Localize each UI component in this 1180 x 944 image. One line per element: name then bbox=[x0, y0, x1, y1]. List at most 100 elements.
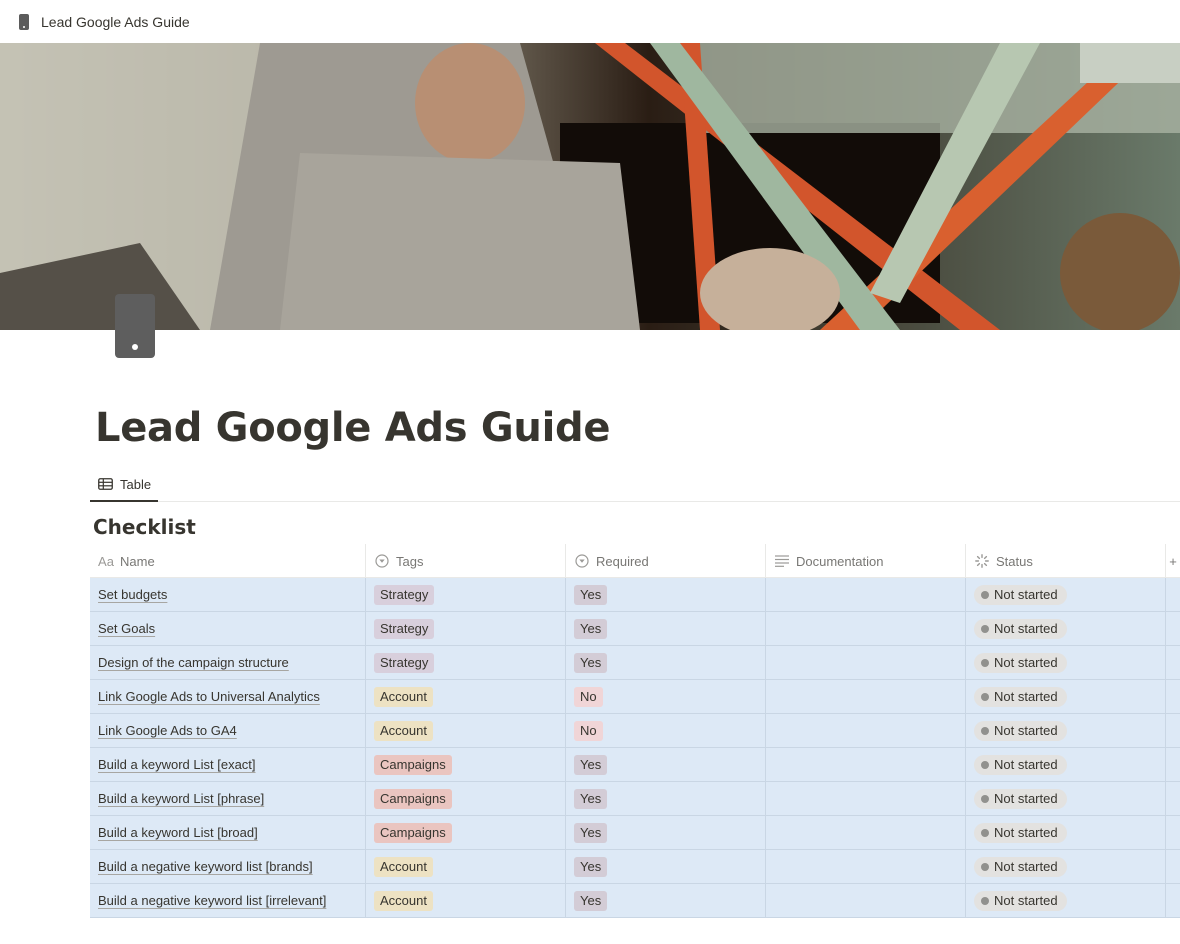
table-row[interactable]: Link Google Ads to Universal Analytics Ac… bbox=[90, 680, 1180, 714]
cell-name[interactable]: Link Google Ads to Universal Analytics bbox=[90, 680, 366, 713]
row-title-link[interactable]: Set budgets bbox=[98, 587, 167, 602]
text-type-icon: Aa bbox=[98, 553, 114, 569]
row-title-link[interactable]: Link Google Ads to GA4 bbox=[98, 723, 237, 738]
cell-documentation[interactable] bbox=[766, 578, 966, 611]
cell-documentation[interactable] bbox=[766, 884, 966, 917]
cell-name[interactable]: Build a keyword List [phrase] bbox=[90, 782, 366, 815]
cell-status[interactable]: Not started bbox=[966, 816, 1166, 849]
database-title[interactable]: Checklist bbox=[93, 515, 196, 539]
cell-required[interactable]: Yes bbox=[566, 850, 766, 883]
cell-status[interactable]: Not started bbox=[966, 748, 1166, 781]
row-title-link[interactable]: Build a keyword List [phrase] bbox=[98, 791, 264, 806]
add-column-button[interactable]: + bbox=[1166, 544, 1180, 578]
cell-status[interactable]: Not started bbox=[966, 782, 1166, 815]
required-pill: Yes bbox=[574, 652, 608, 673]
cell-tags[interactable]: Campaigns bbox=[366, 782, 566, 815]
cell-tags[interactable]: Account bbox=[366, 680, 566, 713]
row-title-link[interactable]: Build a negative keyword list [brands] bbox=[98, 859, 313, 874]
row-title-link[interactable]: Design of the campaign structure bbox=[98, 655, 289, 670]
table-row[interactable]: Link Google Ads to GA4 Account No Not start… bbox=[90, 714, 1180, 748]
cell-name[interactable]: Design of the campaign structure bbox=[90, 646, 366, 679]
cell-tags[interactable]: Account bbox=[366, 714, 566, 747]
cell-tags[interactable]: Strategy bbox=[366, 612, 566, 645]
cell-name[interactable]: Set budgets bbox=[90, 578, 366, 611]
cell-status[interactable]: Not started bbox=[966, 714, 1166, 747]
cell-tags[interactable]: Account bbox=[366, 884, 566, 917]
table-row[interactable]: Build a negative keyword list [brands] Ac… bbox=[90, 850, 1180, 884]
tab-table[interactable]: Table bbox=[90, 468, 158, 502]
tag-pill: Strategy bbox=[374, 618, 435, 639]
table-row[interactable]: Design of the campaign structure Strategy… bbox=[90, 646, 1180, 680]
column-header-name[interactable]: Aa Name bbox=[90, 544, 366, 578]
column-header-documentation[interactable]: Documentation bbox=[766, 544, 966, 578]
cell-name[interactable]: Set Goals bbox=[90, 612, 366, 645]
tab-table-label: Table bbox=[120, 476, 152, 492]
cell-status[interactable]: Not started bbox=[966, 850, 1166, 883]
cell-status[interactable]: Not started bbox=[966, 884, 1166, 917]
column-header-required[interactable]: Required bbox=[566, 544, 766, 578]
cell-name[interactable]: Build a keyword List [broad] bbox=[90, 816, 366, 849]
cell-tags[interactable]: Strategy bbox=[366, 646, 566, 679]
cell-required[interactable]: Yes bbox=[566, 884, 766, 917]
tag-pill: Account bbox=[374, 720, 433, 741]
breadcrumb-page-title[interactable]: Lead Google Ads Guide bbox=[41, 14, 190, 30]
cell-documentation[interactable] bbox=[766, 714, 966, 747]
column-label: Documentation bbox=[796, 553, 884, 569]
cell-documentation[interactable] bbox=[766, 816, 966, 849]
table-row[interactable]: Build a keyword List [broad] Campaigns Yes… bbox=[90, 816, 1180, 850]
cell-documentation[interactable] bbox=[766, 850, 966, 883]
cell-required[interactable]: Yes bbox=[566, 612, 766, 645]
cell-name[interactable]: Build a keyword List [exact] bbox=[90, 748, 366, 781]
cell-status[interactable]: Not started bbox=[966, 680, 1166, 713]
cell-spacer bbox=[1166, 884, 1180, 917]
cell-status[interactable]: Not started bbox=[966, 612, 1166, 645]
cell-required[interactable]: No bbox=[566, 714, 766, 747]
cell-documentation[interactable] bbox=[766, 646, 966, 679]
table-row[interactable]: Build a keyword List [exact] Campaigns Yes… bbox=[90, 748, 1180, 782]
required-pill: Yes bbox=[574, 856, 608, 877]
cover-image[interactable] bbox=[0, 43, 1180, 330]
table-row[interactable]: Build a negative keyword list [irrelevan… bbox=[90, 884, 1180, 918]
tag-pill: Campaigns bbox=[374, 822, 452, 843]
row-title-link[interactable]: Link Google Ads to Universal Analytics bbox=[98, 689, 320, 704]
cell-required[interactable]: Yes bbox=[566, 782, 766, 815]
cell-required[interactable]: Yes bbox=[566, 748, 766, 781]
row-title-link[interactable]: Set Goals bbox=[98, 621, 155, 636]
cell-documentation[interactable] bbox=[766, 680, 966, 713]
column-header-tags[interactable]: Tags bbox=[366, 544, 566, 578]
status-label: Not started bbox=[994, 756, 1058, 772]
cell-name[interactable]: Build a negative keyword list [irrelevan… bbox=[90, 884, 366, 917]
cell-status[interactable]: Not started bbox=[966, 578, 1166, 611]
cell-name[interactable]: Build a negative keyword list [brands] bbox=[90, 850, 366, 883]
cell-documentation[interactable] bbox=[766, 748, 966, 781]
table-row[interactable]: Set budgets Strategy Yes Not started bbox=[90, 578, 1180, 612]
cell-tags[interactable]: Strategy bbox=[366, 578, 566, 611]
column-label: Required bbox=[596, 553, 649, 569]
cell-documentation[interactable] bbox=[766, 612, 966, 645]
cell-status[interactable]: Not started bbox=[966, 646, 1166, 679]
cell-tags[interactable]: Campaigns bbox=[366, 748, 566, 781]
cell-required[interactable]: No bbox=[566, 680, 766, 713]
page-title[interactable]: Lead Google Ads Guide bbox=[95, 405, 610, 451]
table-row[interactable]: Set Goals Strategy Yes Not started bbox=[90, 612, 1180, 646]
cell-required[interactable]: Yes bbox=[566, 578, 766, 611]
status-pill: Not started bbox=[974, 890, 1067, 911]
table-row[interactable]: Build a keyword List [phrase] Campaigns Ye… bbox=[90, 782, 1180, 816]
row-title-link[interactable]: Build a negative keyword list [irrelevan… bbox=[98, 893, 326, 908]
cell-tags[interactable]: Account bbox=[366, 850, 566, 883]
cell-documentation[interactable] bbox=[766, 782, 966, 815]
cell-name[interactable]: Link Google Ads to GA4 bbox=[90, 714, 366, 747]
row-title-link[interactable]: Build a keyword List [exact] bbox=[98, 757, 256, 772]
status-pill: Not started bbox=[974, 686, 1067, 707]
status-pill: Not started bbox=[974, 618, 1067, 639]
column-label: Name bbox=[120, 553, 155, 569]
column-header-status[interactable]: Status bbox=[966, 544, 1166, 578]
cell-required[interactable]: Yes bbox=[566, 646, 766, 679]
cell-required[interactable]: Yes bbox=[566, 816, 766, 849]
page-icon-phone[interactable] bbox=[115, 294, 155, 358]
top-bar: Lead Google Ads Guide bbox=[0, 0, 1180, 43]
status-pill: Not started bbox=[974, 788, 1067, 809]
cell-tags[interactable]: Campaigns bbox=[366, 816, 566, 849]
row-title-link[interactable]: Build a keyword List [broad] bbox=[98, 825, 258, 840]
status-label: Not started bbox=[994, 620, 1058, 636]
